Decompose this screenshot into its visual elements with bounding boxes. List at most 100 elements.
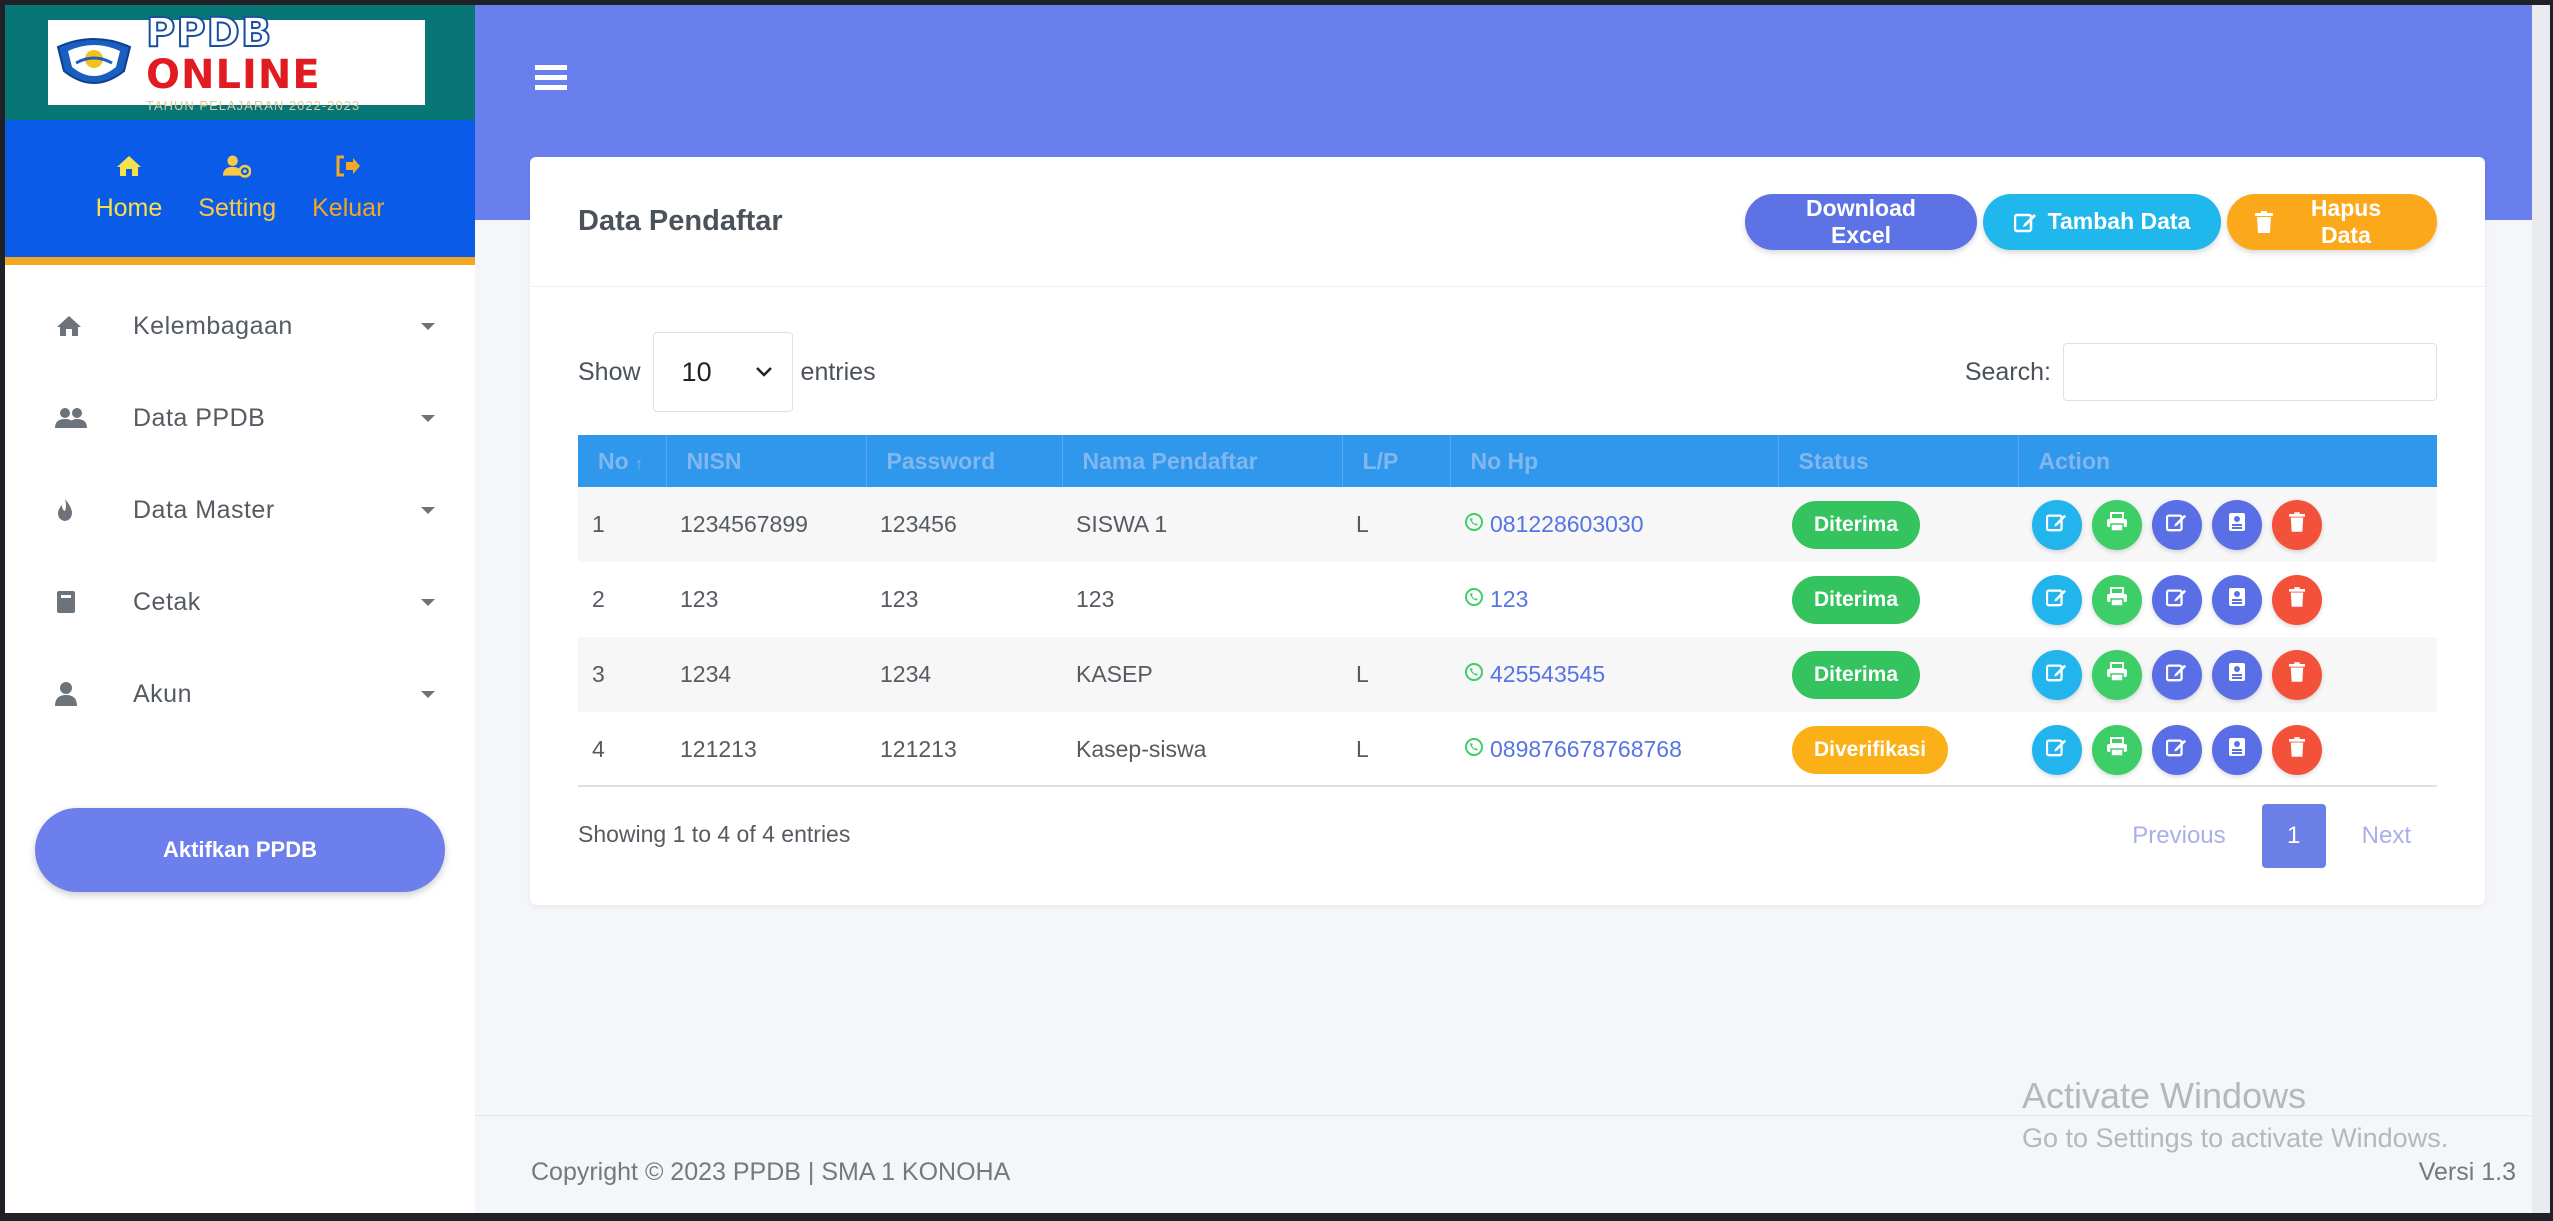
cell-nohp: 081228603030 (1450, 487, 1778, 562)
row-actions (2032, 574, 2437, 625)
cell-nohp: 089876678768768 (1450, 712, 1778, 787)
delete-row-button[interactable] (2272, 574, 2322, 625)
logout-link[interactable]: Keluar (312, 152, 384, 257)
status-badge: Diterima (1792, 650, 1921, 699)
trash-icon (2289, 586, 2305, 613)
sidebar-item-cetak[interactable]: Cetak (5, 556, 475, 648)
print-row-button[interactable] (2092, 574, 2142, 625)
logo[interactable]: PPDB ONLINE TAHUN PELAJARAN 2022-2023 (48, 11, 425, 113)
setting-link[interactable]: Setting (198, 152, 276, 257)
sidebar-item-akun[interactable]: Akun (5, 648, 475, 740)
home-link[interactable]: Home (96, 152, 162, 257)
id-card-button[interactable] (2212, 724, 2262, 775)
cell-password: 1234 (880, 661, 932, 687)
cell-password: 123456 (880, 511, 957, 537)
hapus-data-label: Hapus Data (2310, 194, 2382, 248)
hamburger-menu-icon[interactable] (535, 63, 567, 96)
delete-row-button[interactable] (2272, 649, 2322, 700)
column-header-status[interactable]: Status (1778, 435, 2019, 487)
cell-action (2018, 487, 2437, 562)
pagination-previous[interactable]: Previous (2106, 804, 2251, 868)
data-pendaftar-card: Data Pendaftar Download Excel Tambah Dat… (530, 157, 2485, 905)
cell-nama: 123 (1076, 586, 1115, 612)
column-header-password[interactable]: Password (866, 435, 1063, 487)
edit-row-button[interactable] (2032, 499, 2082, 550)
cell-lp (1342, 562, 1450, 637)
trash-icon (2255, 210, 2273, 233)
sidebar: PPDB ONLINE TAHUN PELAJARAN 2022-2023 Ho… (5, 5, 475, 1213)
show-label: Show (578, 357, 641, 386)
table-header-row: No ↑ NISN Password Nama Pendaftar L/P No… (578, 435, 2437, 487)
delete-row-button[interactable] (2272, 499, 2322, 550)
delete-row-button[interactable] (2272, 724, 2322, 775)
chevron-down-icon (755, 367, 772, 377)
sidebar-item-data-ppdb[interactable]: Data PPDB (5, 372, 475, 464)
pagination: Previous 1 Next (2106, 804, 2437, 868)
aktifkan-ppdb-button[interactable]: Aktifkan PPDB (35, 808, 445, 892)
table-row: 2 123 123 123 123 Diterima (578, 562, 2437, 637)
column-header-action[interactable]: Action (2018, 435, 2437, 487)
column-header-lp[interactable]: L/P (1342, 435, 1451, 487)
sidebar-item-kelembagaan[interactable]: Kelembagaan (5, 280, 475, 372)
sign-out-icon (334, 152, 362, 180)
trash-icon (2289, 736, 2305, 763)
table-row: 3 1234 1234 KASEP L 425543545 Diterima (578, 637, 2437, 712)
id-card-button[interactable] (2212, 499, 2262, 550)
edit-row-button[interactable] (2032, 724, 2082, 775)
print-row-button[interactable] (2092, 724, 2142, 775)
edit-row-button[interactable] (2032, 649, 2082, 700)
footer: Copyright © 2023 PPDB | SMA 1 KONOHA Ver… (475, 1115, 2550, 1213)
brand: PPDB ONLINE TAHUN PELAJARAN 2022-2023 (5, 5, 475, 120)
pagination-page-1[interactable]: 1 (2261, 804, 2326, 868)
entries-select[interactable]: 10 (652, 332, 793, 412)
tambah-data-button[interactable]: Tambah Data (1983, 193, 2221, 250)
cell-lp: L (1356, 511, 1369, 537)
edit-icon (2045, 661, 2068, 688)
whatsapp-icon (1464, 511, 1484, 538)
users-icon (55, 407, 95, 429)
edit-icon (2045, 511, 2068, 538)
print-row-button[interactable] (2092, 499, 2142, 550)
sidebar-item-label: Data PPDB (133, 403, 266, 432)
hapus-data-button[interactable]: Hapus Data (2227, 193, 2437, 250)
home-icon (55, 314, 95, 338)
column-header-no[interactable]: No ↑ (578, 435, 667, 487)
edit-row-button[interactable] (2032, 574, 2082, 625)
cell-nisn: 121213 (680, 736, 757, 762)
sidebar-item-label: Cetak (133, 587, 201, 616)
status-badge: Diverifikasi (1792, 725, 1949, 774)
id-card-button[interactable] (2212, 574, 2262, 625)
download-excel-button[interactable]: Download Excel (1745, 193, 1977, 250)
whatsapp-link[interactable]: 123 (1464, 586, 1528, 613)
id-card-icon (2228, 661, 2246, 688)
watermark-line1: Activate Windows (2022, 1075, 2307, 1116)
phone-number: 089876678768768 (1490, 736, 1682, 762)
table-row: 4 121213 121213 Kasep-siswa L 089876678768768… (578, 712, 2437, 787)
pagination-next[interactable]: Next (2336, 804, 2437, 868)
cell-status: Diverifikasi (1778, 712, 2018, 787)
edit-detail-button[interactable] (2152, 499, 2202, 550)
edit-icon (2165, 586, 2188, 613)
whatsapp-icon (1464, 586, 1484, 613)
edit-detail-button[interactable] (2152, 574, 2202, 625)
id-card-button[interactable] (2212, 649, 2262, 700)
whatsapp-link[interactable]: 425543545 (1464, 661, 1605, 688)
edit-detail-button[interactable] (2152, 724, 2202, 775)
column-header-nisn[interactable]: NISN (666, 435, 867, 487)
whatsapp-link[interactable]: 081228603030 (1464, 511, 1644, 538)
column-header-nama[interactable]: Nama Pendaftar (1062, 435, 1343, 487)
table-bottom-border (578, 785, 2437, 787)
column-header-nohp[interactable]: No Hp (1450, 435, 1779, 487)
edit-detail-button[interactable] (2152, 649, 2202, 700)
cell-lp: L (1356, 661, 1369, 687)
edit-icon (2165, 661, 2188, 688)
whatsapp-link[interactable]: 089876678768768 (1464, 736, 1682, 763)
cell-status: Diterima (1778, 487, 2018, 562)
sidebar-item-data-master[interactable]: Data Master (5, 464, 475, 556)
entries-select-value: 10 (681, 356, 712, 387)
search-input[interactable] (2063, 343, 2437, 401)
print-row-button[interactable] (2092, 649, 2142, 700)
cell-lp: L (1356, 736, 1369, 762)
copyright-text: Copyright © 2023 PPDB | SMA 1 KONOHA (531, 1158, 1011, 1186)
scrollbar-track[interactable] (2532, 5, 2550, 1213)
